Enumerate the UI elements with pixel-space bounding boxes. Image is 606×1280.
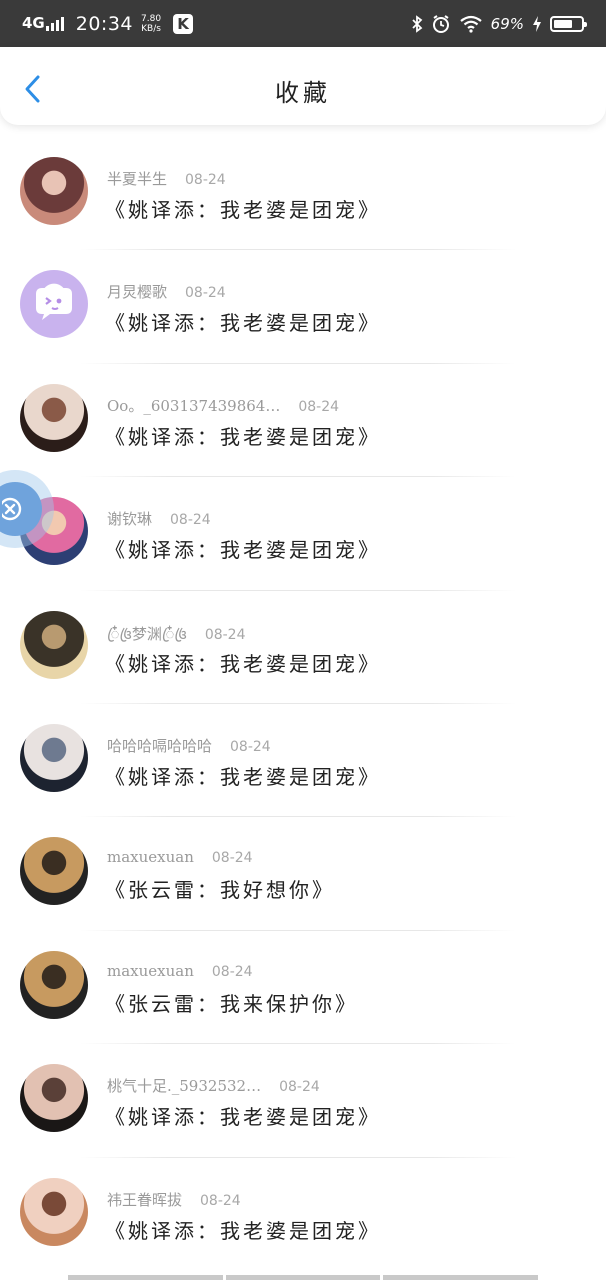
item-meta: 谢钦琳 08-24	[107, 508, 211, 529]
item-meta: Oo。_603137439864… 08-24	[107, 395, 339, 416]
user-name: 月炅樱歌	[107, 283, 168, 302]
avatar[interactable]	[20, 950, 88, 1019]
avatar[interactable]	[20, 1177, 88, 1246]
top-nav-bar: 收藏	[0, 47, 606, 125]
divider	[80, 362, 516, 364]
item-meta: 祎王眷晖拔 08-24	[107, 1189, 241, 1210]
avatar[interactable]	[20, 270, 88, 339]
avatar[interactable]	[20, 837, 88, 906]
charging-icon	[533, 15, 541, 32]
battery-percent: 69%	[490, 14, 524, 33]
app-notification-icon: K	[173, 13, 194, 34]
user-name: maxuexuan	[107, 848, 194, 867]
avatar[interactable]	[20, 383, 88, 452]
item-date: 08-24	[211, 850, 253, 867]
avatar[interactable]	[20, 1064, 88, 1133]
avatar[interactable]	[20, 723, 88, 792]
item-date: 08-24	[170, 512, 211, 529]
battery-icon	[550, 15, 587, 32]
wifi-icon	[459, 15, 482, 33]
divider	[80, 702, 516, 704]
item-date: 08-24	[298, 398, 340, 415]
item-date: 08-24	[279, 1079, 320, 1096]
chat-bubble-icon	[36, 288, 72, 321]
status-time: 20:34	[75, 12, 134, 35]
divider	[80, 476, 516, 478]
divider	[80, 589, 516, 591]
user-name: ꦿ໋꧔ꦿ梦渊ꦿ໋꧔ꦿ	[107, 624, 187, 643]
list-item[interactable]: 月炅樱歌 08-24 《姚译添：我老婆是团宠》	[0, 249, 606, 362]
divider	[80, 816, 516, 818]
item-title[interactable]: 《姚译添：我老婆是团宠》	[105, 1101, 381, 1130]
bluetooth-icon	[412, 14, 423, 33]
list-item[interactable]: maxuexuan 08-24 《张云雷：我好想你》	[0, 816, 606, 929]
item-title[interactable]: 《姚译添：我老婆是团宠》	[105, 194, 381, 223]
item-title[interactable]: 《姚译添：我老婆是团宠》	[105, 421, 381, 450]
item-date: 08-24	[200, 1192, 241, 1209]
list-item[interactable]: 哈哈哈嗝哈哈哈 08-24 《姚译添：我老婆是团宠》	[0, 702, 606, 816]
divider	[80, 1043, 516, 1045]
signal-icon	[45, 16, 64, 31]
user-name: maxuexuan	[107, 961, 194, 980]
item-meta: 桃气十足._5932532… 08-24	[107, 1075, 320, 1096]
list-item[interactable]: 桃气十足._5932532… 08-24 《姚译添：我老婆是团宠》	[0, 1043, 606, 1156]
divider	[80, 1156, 516, 1158]
speed-unit: KB/s	[141, 23, 161, 34]
user-name: 谢钦琳	[107, 510, 153, 529]
list-item[interactable]: maxuexuan 08-24 《张云雷：我来保护你》	[0, 929, 606, 1043]
item-meta: 月炅樱歌 08-24	[107, 281, 226, 302]
user-name: 祎王眷晖拔	[107, 1190, 183, 1209]
list-item[interactable]: Oo。_603137439864… 08-24 《姚译添：我老婆是团宠》	[0, 362, 606, 476]
item-title[interactable]: 《姚译添：我老婆是团宠》	[105, 307, 381, 336]
item-meta: maxuexuan 08-24	[107, 848, 253, 866]
alarm-icon	[432, 14, 449, 33]
item-meta: maxuexuan 08-24	[107, 962, 253, 980]
item-title[interactable]: 《张云雷：我好想你》	[105, 874, 335, 903]
avatar[interactable]	[20, 157, 88, 225]
item-meta: 哈哈哈嗝哈哈哈 08-24	[107, 735, 271, 756]
bottom-edge-strip	[68, 1275, 539, 1280]
item-date: 08-24	[230, 738, 271, 755]
status-bar: 4G 20:34 7.80 KB/s K 69%	[0, 0, 606, 47]
user-name: 半夏半生	[107, 170, 168, 188]
list-item[interactable]: 祎王眷晖拔 08-24 《姚译添：我老婆是团宠》	[0, 1156, 606, 1270]
user-name: 哈哈哈嗝哈哈哈	[107, 736, 213, 755]
user-name: 桃气十足._5932532…	[107, 1077, 262, 1096]
item-title[interactable]: 《张云雷：我来保护你》	[105, 988, 358, 1017]
user-name: Oo。_603137439864…	[107, 396, 281, 415]
favorites-list: 半夏半生 08-24 《姚译添：我老婆是团宠》 月炅樱歌 08-24 《姚译添：我老婆是团…	[0, 136, 606, 1270]
item-title[interactable]: 《姚译添：我老婆是团宠》	[105, 534, 381, 563]
item-date: 08-24	[185, 285, 226, 302]
item-title[interactable]: 《姚译添：我老婆是团宠》	[105, 761, 381, 790]
speed-value: 7.80	[141, 13, 162, 24]
avatar[interactable]	[20, 610, 88, 679]
network-speed: 7.80 KB/s	[141, 14, 161, 34]
item-date: 08-24	[185, 172, 226, 188]
divider	[80, 249, 516, 251]
list-item[interactable]: ꦿ໋꧔ꦿ梦渊ꦿ໋꧔ꦿ 08-24 《姚译添：我老婆是团宠》	[0, 589, 606, 703]
item-title[interactable]: 《姚译添：我老婆是团宠》	[105, 1215, 381, 1244]
divider	[80, 929, 516, 931]
item-meta: 半夏半生 08-24	[107, 168, 226, 189]
item-date: 08-24	[211, 963, 253, 980]
network-type: 4G	[22, 14, 45, 32]
list-item[interactable]: 半夏半生 08-24 《姚译添：我老婆是团宠》	[0, 136, 606, 249]
list-item[interactable]: 谢钦琳 08-24 《姚译添：我老婆是团宠》	[0, 476, 606, 589]
item-date: 08-24	[204, 626, 246, 643]
item-title[interactable]: 《姚译添：我老婆是团宠》	[105, 648, 381, 677]
close-circle-icon	[2, 497, 22, 521]
page-title: 收藏	[275, 79, 331, 107]
